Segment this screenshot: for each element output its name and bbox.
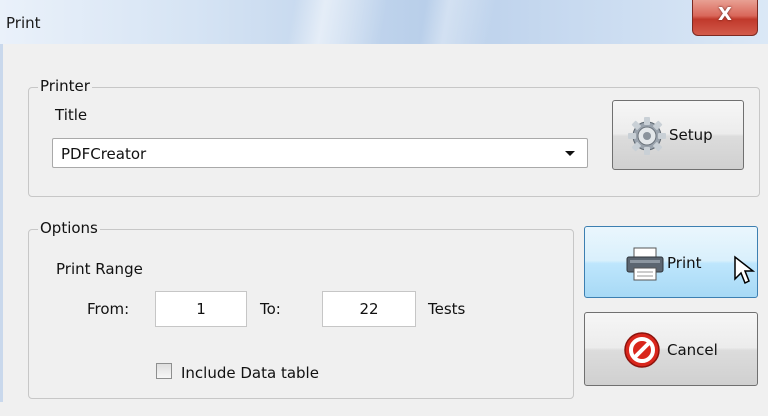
print-dialog: Print X Printer Title PDFCreator Setup O… <box>0 0 768 416</box>
printer-select[interactable]: PDFCreator <box>52 138 588 168</box>
printer-icon <box>626 247 664 281</box>
to-label: To: <box>260 300 281 318</box>
title-label: Title <box>55 106 88 124</box>
printer-select-value: PDFCreator <box>61 145 147 163</box>
dropdown-arrow-icon[interactable] <box>565 151 575 156</box>
close-button[interactable]: X <box>692 0 758 36</box>
dialog-bottom-edge <box>0 402 768 416</box>
printer-group-legend: Printer <box>38 77 92 95</box>
close-icon: X <box>718 4 732 25</box>
cancel-button[interactable]: Cancel <box>584 312 758 386</box>
to-input[interactable]: 22 <box>322 291 416 327</box>
tests-unit-label: Tests <box>428 300 466 318</box>
setup-button-label: Setup <box>669 126 713 144</box>
include-data-table-label[interactable]: Include Data table <box>181 364 319 382</box>
cancel-button-label: Cancel <box>667 341 718 359</box>
title-bar[interactable]: Print X <box>0 0 768 44</box>
from-input[interactable]: 1 <box>155 291 247 327</box>
print-button[interactable]: Print <box>584 226 758 298</box>
setup-button[interactable]: Setup <box>612 100 744 170</box>
print-range-label: Print Range <box>56 260 143 278</box>
window-title: Print <box>6 14 41 32</box>
options-group-legend: Options <box>38 219 100 237</box>
include-data-table-checkbox[interactable] <box>156 363 172 379</box>
from-label: From: <box>87 300 130 318</box>
cancel-icon <box>624 332 660 368</box>
mouse-pointer-icon <box>734 255 755 285</box>
gear-icon <box>628 117 666 155</box>
print-button-label: Print <box>667 254 702 272</box>
